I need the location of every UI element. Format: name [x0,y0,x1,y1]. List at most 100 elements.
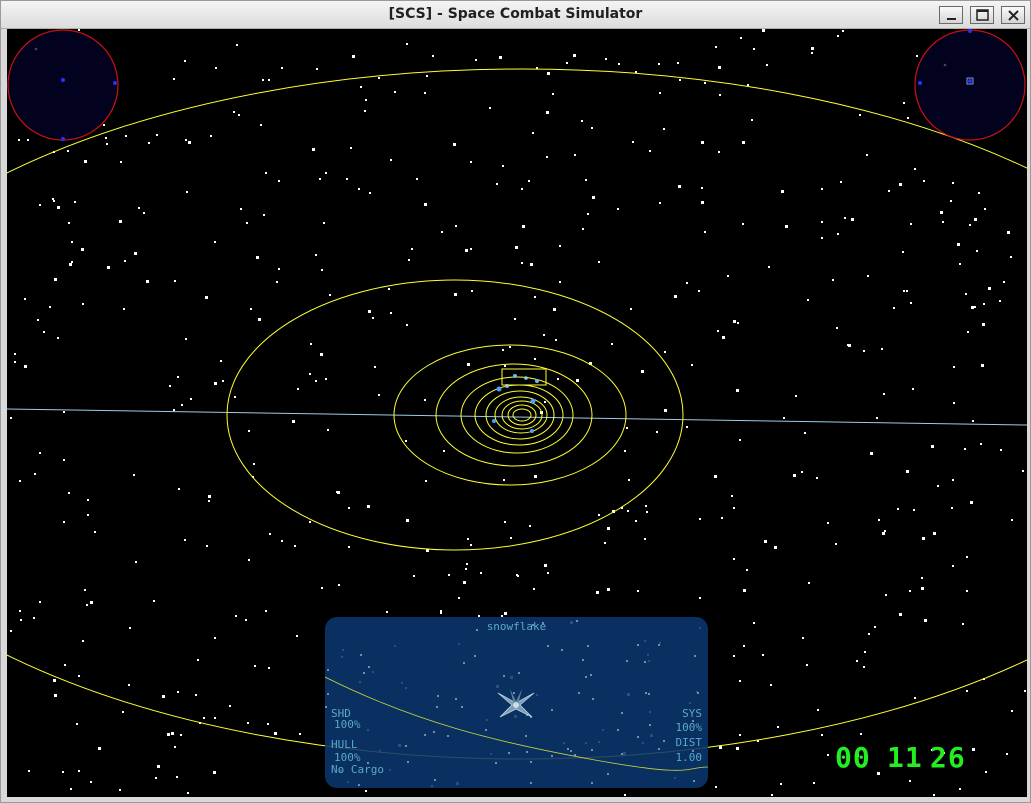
star [645,692,647,694]
star [807,299,809,301]
star [210,135,212,137]
star [626,660,628,662]
star [148,142,150,144]
star [178,488,180,490]
star [663,740,665,742]
star [893,307,895,309]
star [185,139,187,141]
star [783,417,785,419]
star [405,440,407,442]
star [363,672,365,674]
star [543,334,545,336]
star [532,132,534,134]
star [214,717,216,719]
star [87,514,89,516]
star [18,139,20,141]
star [205,296,208,299]
star [71,241,73,243]
star [294,545,296,547]
star [480,572,482,574]
star [727,275,729,277]
star [933,532,936,535]
star [677,62,679,64]
star [743,645,745,647]
star [806,664,808,666]
star [736,389,739,392]
star [350,147,352,149]
star [674,295,677,298]
star [513,692,515,694]
star [561,649,563,651]
star [770,684,772,686]
star [530,761,532,763]
star [585,179,587,181]
star [470,544,472,546]
star [785,225,788,228]
star [813,782,815,784]
star [528,180,530,182]
title-bar[interactable]: [SCS] - Space Combat Simulator [1,1,1030,29]
star [699,597,701,599]
star [208,495,211,498]
star [576,379,579,382]
star [214,382,217,385]
star [546,156,548,158]
close-button[interactable] [1001,6,1025,24]
star [864,651,866,653]
star [276,281,278,283]
star [338,584,340,586]
star [878,519,880,521]
star [836,327,838,329]
star [390,159,392,161]
star [701,141,704,144]
star [372,317,374,319]
distance-value: 1.00 [675,751,703,764]
star [679,79,681,81]
star [635,71,637,73]
orbit-ring [460,376,574,454]
star [921,587,924,590]
star [86,604,88,606]
star [413,575,415,577]
space-viewport[interactable]: snowflake SHD 100% HULL 100% No Cargo SY… [7,29,1027,797]
star [278,268,280,270]
star [582,659,584,661]
star [698,290,700,292]
star [315,380,317,382]
star [942,221,944,223]
maximize-button[interactable] [970,6,994,24]
star [82,303,84,305]
star [39,601,41,603]
star [1024,690,1026,692]
planet-dot [524,376,528,380]
star [455,698,457,700]
star [253,463,255,465]
star [1011,710,1013,712]
star [256,256,259,259]
left-radar[interactable] [7,29,119,141]
star [659,92,661,94]
star [985,771,987,773]
maximize-icon [976,9,989,21]
star [437,695,439,697]
star [835,543,837,545]
minimize-button[interactable] [939,6,963,24]
star [570,750,572,752]
star [733,655,735,657]
star [424,92,426,94]
star [518,672,520,674]
star [352,55,355,58]
star [816,477,818,479]
star [310,343,312,345]
star [510,537,512,539]
star [628,479,630,481]
star [952,182,954,184]
star [374,366,376,368]
star [358,188,360,190]
orbit-line [325,676,708,771]
star [739,439,741,441]
right-radar[interactable] [914,29,1026,141]
star [296,635,298,637]
star [250,308,252,310]
star [443,450,445,452]
